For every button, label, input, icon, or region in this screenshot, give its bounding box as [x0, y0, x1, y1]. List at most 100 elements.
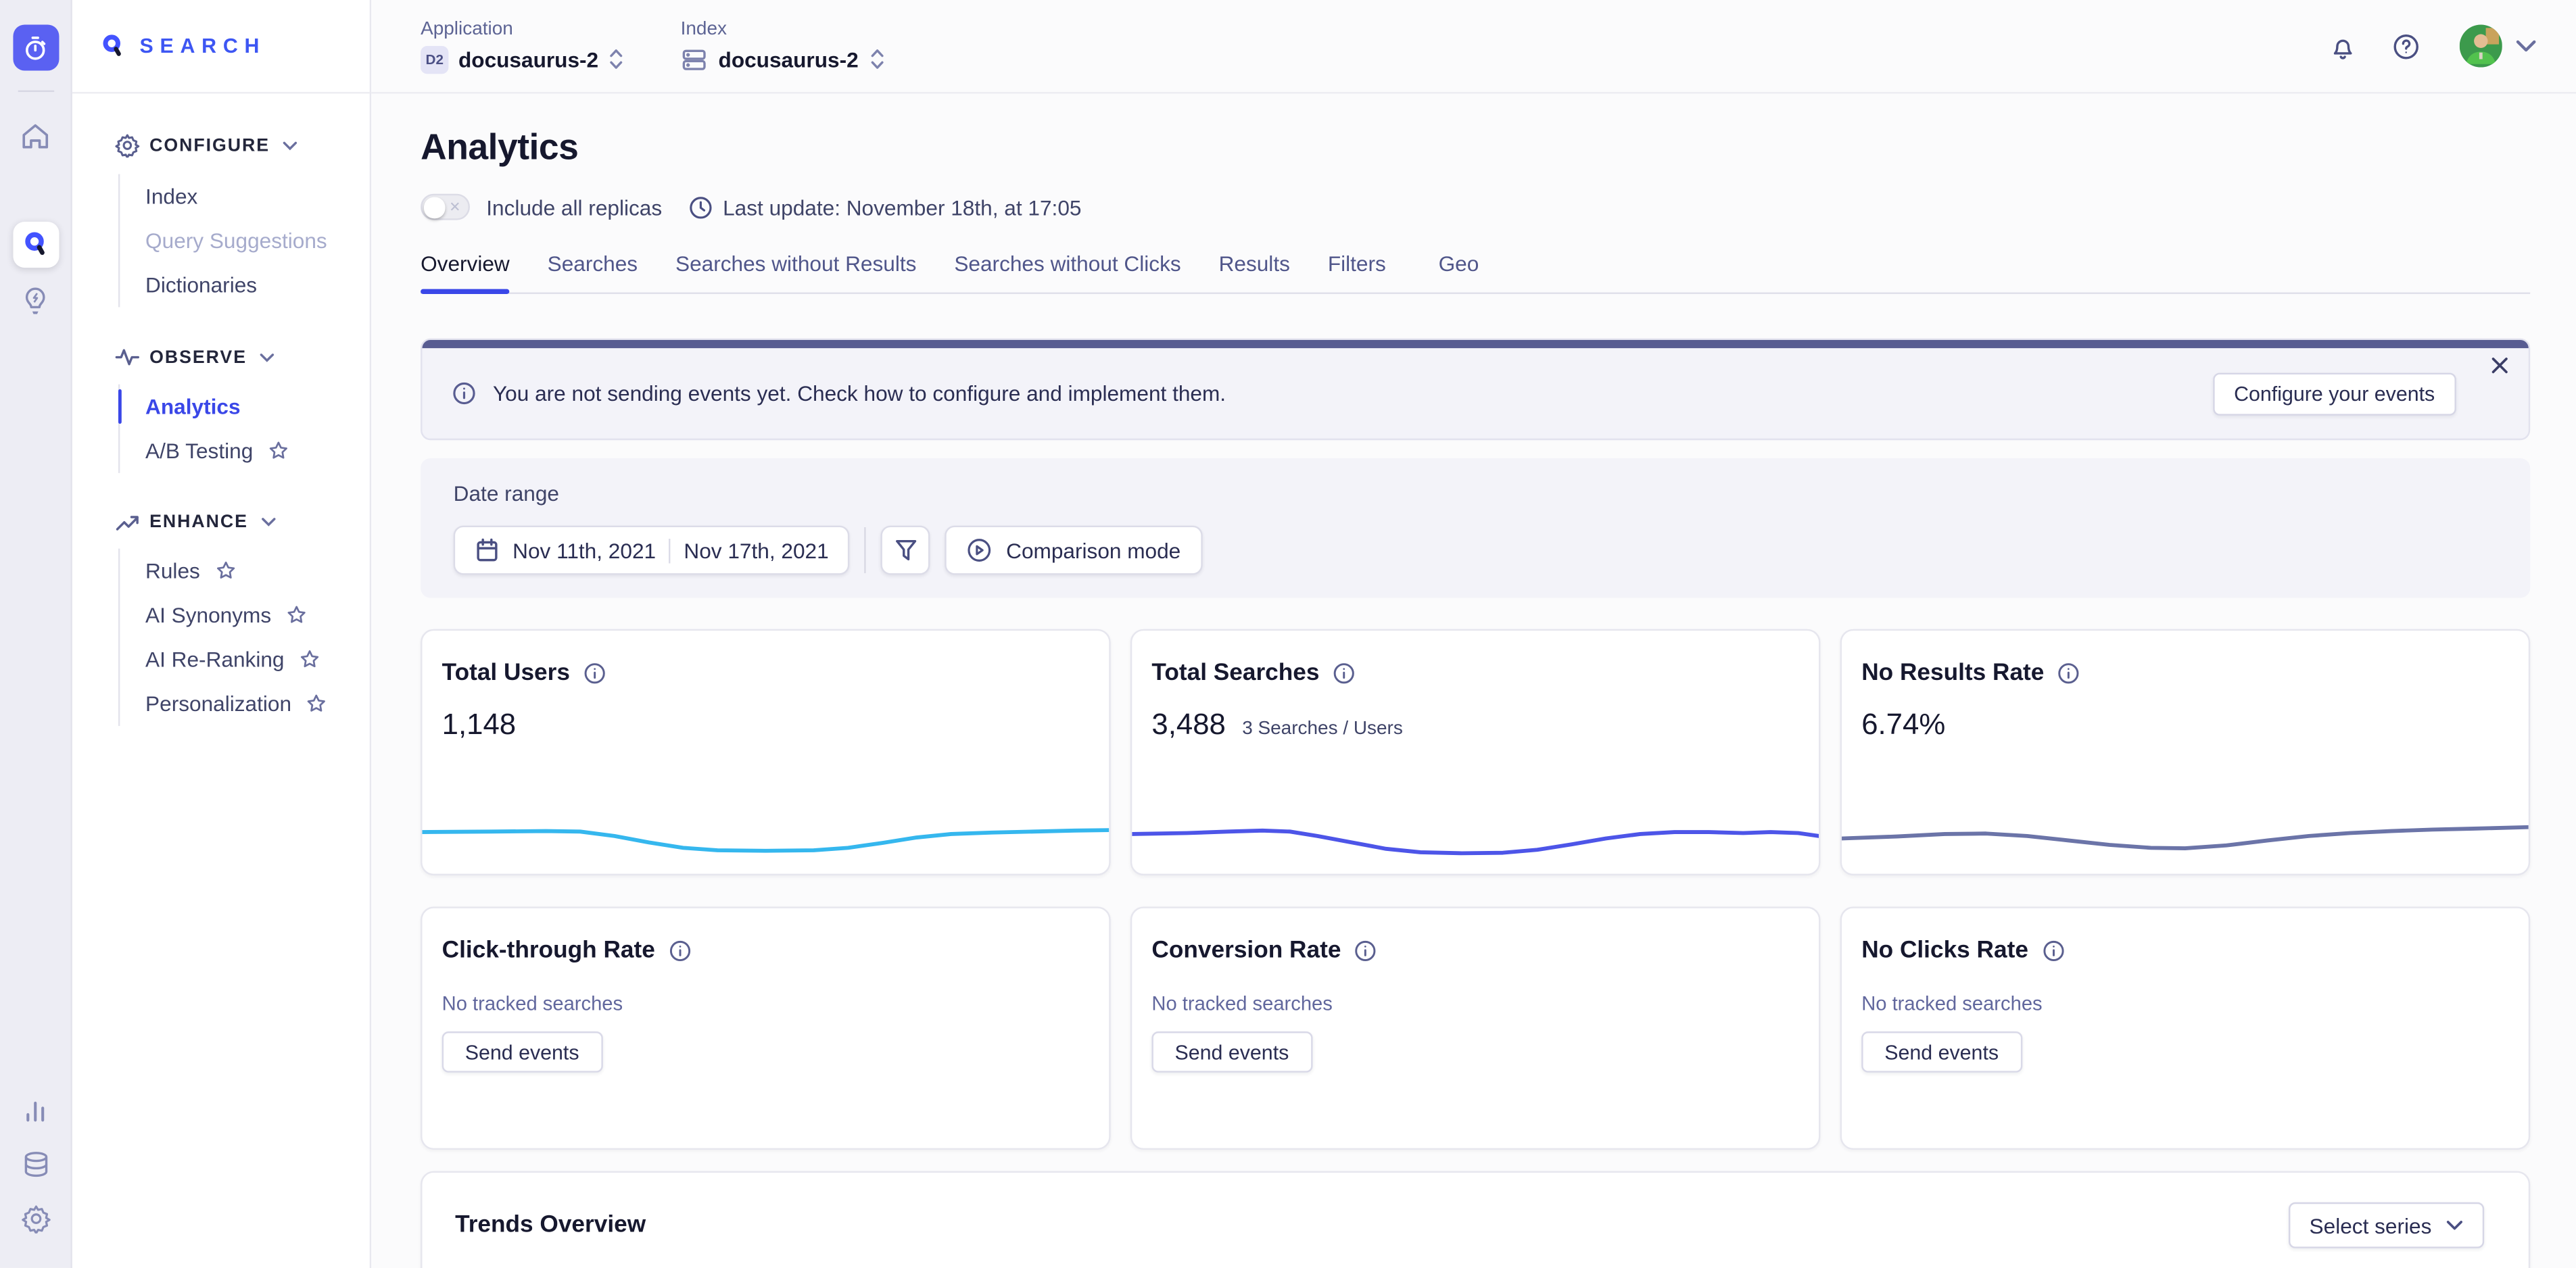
nav-header-enhance[interactable]: ENHANCE: [115, 512, 370, 532]
date-range-picker[interactable]: Nov 11th, 2021 Nov 17th, 2021: [454, 526, 851, 575]
rail-settings-button[interactable]: [12, 1196, 58, 1242]
rail-recommend-button[interactable]: [12, 278, 58, 324]
total-users-sparkline: [423, 811, 1110, 860]
sidebar-item-ai-synonyms[interactable]: AI Synonyms: [145, 593, 370, 637]
tab-filters[interactable]: Filters: [1328, 251, 1386, 293]
analytics-content: Analytics ✕ Include all replicas Last up…: [371, 94, 2576, 1268]
funnel-icon: [894, 537, 918, 564]
date-range-label: Date range: [454, 481, 2498, 506]
sidebar-item-ai-reranking[interactable]: AI Re-Ranking: [145, 637, 370, 682]
date-range-panel: Date range Nov 11th, 2021 Nov 17th, 2021: [421, 458, 2530, 598]
tab-results[interactable]: Results: [1219, 251, 1290, 293]
timer-icon: [22, 34, 49, 62]
metric-cards-row: Total Users 1,148 Total Searc: [421, 629, 2530, 876]
sidebar-item-ab-testing[interactable]: A/B Testing: [145, 429, 370, 473]
nav-header-label: CONFIGURE: [149, 135, 270, 155]
card-value: 1,148: [442, 708, 516, 742]
send-events-button[interactable]: Send events: [1861, 1031, 2022, 1073]
tab-geo[interactable]: Geo: [1439, 251, 1479, 293]
application-selector[interactable]: Application D2 docusaurus-2: [421, 19, 625, 73]
sidebar-nav: CONFIGURE Index Query Suggestions Dictio…: [72, 94, 370, 766]
topbar: Application D2 docusaurus-2 Index: [371, 0, 2576, 94]
star-icon[interactable]: [306, 693, 328, 714]
timer-app-tile[interactable]: [12, 24, 58, 70]
star-icon[interactable]: [268, 440, 289, 462]
user-menu-chevron-icon[interactable]: [2515, 39, 2537, 52]
include-replicas-toggle[interactable]: ✕: [421, 194, 470, 220]
rail-analytics-button[interactable]: [12, 1088, 58, 1133]
app-rail: [0, 0, 72, 1268]
sidebar: SEARCH CONFIGURE: [72, 0, 371, 1268]
send-events-button[interactable]: Send events: [442, 1031, 602, 1073]
sidebar-item-query-suggestions[interactable]: Query Suggestions: [145, 218, 370, 263]
sidebar-item-dictionaries[interactable]: Dictionaries: [145, 263, 370, 308]
tab-overview[interactable]: Overview: [421, 251, 510, 293]
date-end: Nov 17th, 2021: [684, 538, 828, 562]
index-value: docusaurus-2: [719, 47, 859, 71]
tab-searches-without-results[interactable]: Searches without Results: [675, 251, 916, 293]
send-events-button[interactable]: Send events: [1151, 1031, 1312, 1073]
sidebar-item-rules[interactable]: Rules: [145, 549, 370, 593]
index-selector[interactable]: Index docusaurus-2: [681, 19, 885, 73]
filter-button[interactable]: [881, 526, 930, 575]
card-title: No Clicks Rate: [1861, 938, 2028, 965]
select-series-button[interactable]: Select series: [2288, 1202, 2484, 1248]
info-icon[interactable]: [668, 940, 691, 962]
comparison-mode-button[interactable]: Comparison mode: [945, 526, 1202, 575]
last-update: Last update: November 18th, at 17:05: [688, 195, 1081, 219]
banner-message: You are not sending events yet. Check ho…: [493, 381, 1226, 406]
banner-accent-bar: [423, 340, 2529, 348]
include-replicas-label: Include all replicas: [486, 195, 662, 219]
product-logo[interactable]: SEARCH: [72, 0, 370, 94]
help-icon[interactable]: [2392, 32, 2420, 59]
index-icon: [681, 45, 709, 73]
bell-icon[interactable]: [2330, 32, 2356, 59]
page-title: Analytics: [421, 126, 2530, 169]
star-icon[interactable]: [299, 649, 320, 670]
lightbulb-icon: [22, 285, 49, 316]
chevron-down-icon: [283, 141, 297, 151]
close-icon[interactable]: [2491, 356, 2509, 374]
total-searches-sparkline: [1132, 811, 1819, 860]
configure-events-button[interactable]: Configure your events: [2212, 372, 2456, 414]
star-icon[interactable]: [215, 560, 237, 582]
search-icon: [20, 230, 50, 260]
rail-search-button[interactable]: [12, 222, 58, 268]
date-start: Nov 11th, 2021: [512, 538, 656, 562]
sidebar-item-personalization[interactable]: Personalization: [145, 681, 370, 726]
card-title: Total Searches: [1151, 660, 1319, 687]
info-icon[interactable]: [2041, 940, 2064, 962]
tab-searches[interactable]: Searches: [548, 251, 638, 293]
sidebar-item-index[interactable]: Index: [145, 174, 370, 219]
nav-header-configure[interactable]: CONFIGURE: [115, 133, 370, 157]
info-icon[interactable]: [1354, 940, 1377, 962]
info-icon[interactable]: [2057, 662, 2080, 685]
info-icon[interactable]: [1333, 662, 1356, 685]
toggle-off-x-icon: ✕: [449, 200, 460, 214]
rail-divider: [18, 91, 53, 92]
gear-icon: [20, 1204, 50, 1234]
rail-home-button[interactable]: [12, 114, 58, 160]
trend-up-icon: [115, 512, 139, 532]
tab-searches-without-clicks[interactable]: Searches without Clicks: [954, 251, 1180, 293]
card-title: Conversion Rate: [1151, 938, 1341, 965]
no-results-rate-card: No Results Rate 6.74%: [1840, 629, 2531, 876]
empty-state-text: No tracked searches: [1842, 992, 2529, 1015]
empty-state-text: No tracked searches: [423, 992, 1110, 1015]
chevron-down-icon: [2446, 1219, 2462, 1231]
trends-title: Trends Overview: [455, 1212, 646, 1238]
index-label: Index: [681, 19, 885, 39]
toggle-knob: [424, 197, 444, 218]
card-title: Click-through Rate: [442, 938, 655, 965]
card-title: No Results Rate: [1861, 660, 2044, 687]
nav-header-observe[interactable]: OBSERVE: [115, 347, 370, 368]
total-users-card: Total Users 1,148: [421, 629, 1111, 876]
sidebar-item-analytics[interactable]: Analytics: [145, 385, 370, 429]
info-icon[interactable]: [583, 662, 606, 685]
star-icon[interactable]: [286, 604, 308, 626]
rail-data-button[interactable]: [12, 1142, 58, 1188]
bar-chart-icon: [22, 1096, 49, 1124]
avatar[interactable]: [2460, 24, 2502, 67]
nav-section-enhance: ENHANCE Rules AI: [115, 512, 370, 726]
card-value: 6.74%: [1861, 708, 1945, 742]
